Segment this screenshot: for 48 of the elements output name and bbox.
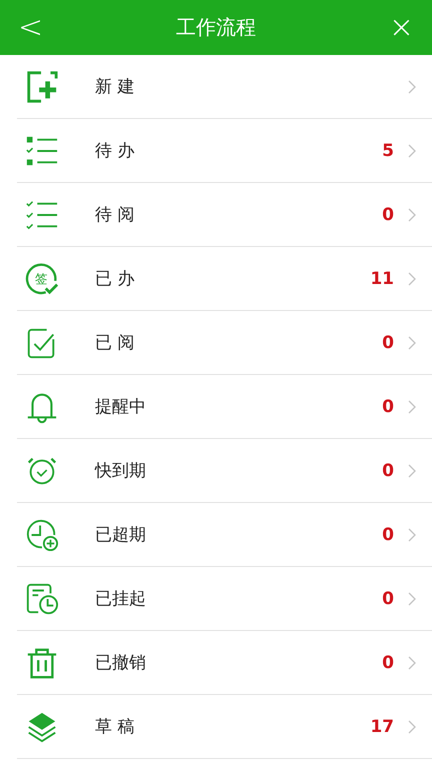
chevron-icon bbox=[408, 528, 416, 542]
item-label: 已挂起 bbox=[95, 588, 147, 610]
count-label: 0 bbox=[382, 396, 394, 416]
item-label: 已超期 bbox=[95, 524, 147, 546]
count-label: 0 bbox=[382, 524, 394, 544]
count-label: 0 bbox=[382, 204, 394, 224]
count-label: 0 bbox=[382, 332, 394, 352]
chevron-icon bbox=[408, 80, 416, 94]
item-label: 待 阅 bbox=[95, 204, 136, 226]
count-label: 11 bbox=[370, 268, 394, 288]
trash-icon bbox=[25, 646, 59, 680]
clock-plus-icon bbox=[25, 518, 59, 552]
item-label: 已 办 bbox=[95, 268, 136, 290]
item-label: 提醒中 bbox=[95, 396, 147, 418]
chevron-icon bbox=[408, 592, 416, 606]
count-label: 0 bbox=[382, 460, 394, 480]
menu-item[interactable]: 待 阅 0 bbox=[17, 183, 432, 247]
item-label: 草 稿 bbox=[95, 716, 136, 738]
add-document-icon bbox=[25, 70, 59, 104]
menu-item[interactable]: 已超期 0 bbox=[17, 503, 432, 567]
document-clock-icon bbox=[25, 582, 59, 616]
count-label: 0 bbox=[382, 652, 394, 672]
chevron-icon bbox=[408, 208, 416, 222]
chevron-icon bbox=[408, 656, 416, 670]
menu-item[interactable]: 已撤销 0 bbox=[17, 631, 432, 695]
menu-item[interactable]: 已挂起 0 bbox=[17, 567, 432, 631]
menu-item[interactable]: 新 建 bbox=[17, 55, 432, 119]
menu-item[interactable]: 已 阅 0 bbox=[17, 311, 432, 375]
menu-item[interactable]: 草 稿 17 bbox=[17, 695, 432, 759]
menu-item[interactable]: 待 办 5 bbox=[17, 119, 432, 183]
menu-item[interactable]: 签 已 办 11 bbox=[17, 247, 432, 311]
chevron-icon bbox=[408, 464, 416, 478]
item-label: 新 建 bbox=[95, 76, 136, 98]
menu-item[interactable]: 快到期 0 bbox=[17, 439, 432, 503]
chevron-icon bbox=[408, 144, 416, 158]
count-label: 5 bbox=[382, 140, 394, 160]
chevron-icon bbox=[408, 720, 416, 734]
item-label: 待 办 bbox=[95, 140, 136, 162]
count-label: 17 bbox=[370, 716, 394, 736]
count-label: 0 bbox=[382, 588, 394, 608]
item-label: 已撤销 bbox=[95, 652, 147, 674]
chevron-icon bbox=[408, 272, 416, 286]
chevron-icon bbox=[408, 336, 416, 350]
page-title: 工作流程 bbox=[176, 14, 256, 41]
menu-item[interactable]: 提醒中 0 bbox=[17, 375, 432, 439]
item-label: 快到期 bbox=[95, 460, 147, 482]
item-label: 已 阅 bbox=[95, 332, 136, 354]
chevron-icon bbox=[408, 400, 416, 414]
